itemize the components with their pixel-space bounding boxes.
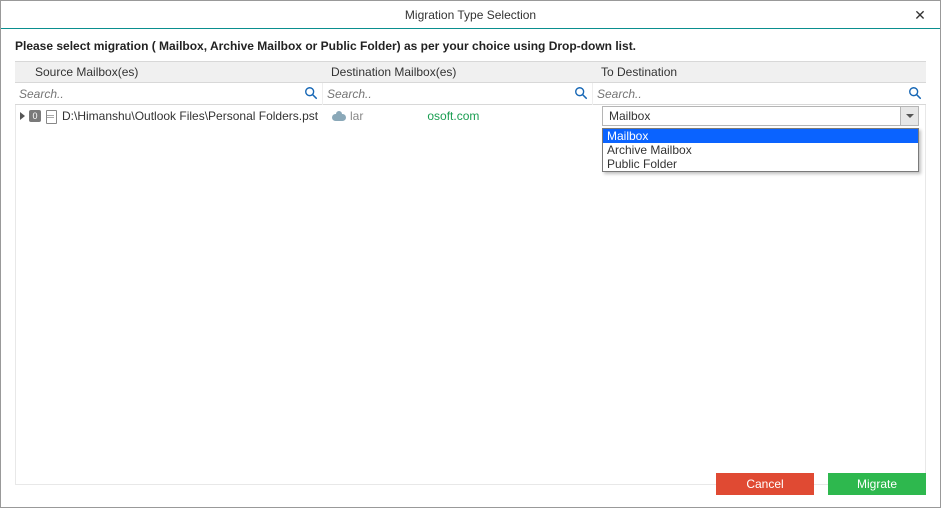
search-icon[interactable]	[574, 86, 588, 100]
search-cell-todest	[593, 83, 926, 105]
cloud-icon	[332, 111, 346, 121]
cell-destination[interactable]: lar osoft.com	[324, 109, 594, 123]
search-input-todest[interactable]	[593, 84, 926, 104]
expand-icon[interactable]	[20, 112, 25, 120]
search-icon[interactable]	[908, 86, 922, 100]
dropdown-option-archive-mailbox[interactable]: Archive Mailbox	[603, 143, 918, 157]
dropdown-selected-value: Mailbox	[609, 109, 650, 123]
col-header-source[interactable]: Source Mailbox(es)	[15, 65, 323, 79]
dropdown-option-mailbox[interactable]: Mailbox	[603, 129, 918, 143]
chevron-down-icon[interactable]	[900, 107, 918, 125]
to-destination-dropdown[interactable]: Mailbox	[602, 106, 919, 126]
source-path-text: D:\Himanshu\Outlook Files\Personal Folde…	[62, 109, 318, 123]
grid-header-row: Source Mailbox(es) Destination Mailbox(e…	[15, 61, 926, 83]
col-header-destination[interactable]: Destination Mailbox(es)	[323, 65, 593, 79]
search-input-source[interactable]	[15, 84, 322, 104]
search-input-dest[interactable]	[323, 84, 592, 104]
instruction-text: Please select migration ( Mailbox, Archi…	[1, 29, 940, 61]
grid-body: 0 D:\Himanshu\Outlook Files\Personal Fol…	[15, 105, 926, 485]
count-badge: 0	[29, 110, 41, 122]
cell-source[interactable]: 0 D:\Himanshu\Outlook Files\Personal Fol…	[16, 109, 324, 123]
close-button[interactable]: ✕	[900, 1, 940, 29]
dest-text-left: lar	[350, 109, 363, 123]
title-bar: Migration Type Selection ✕	[1, 1, 940, 29]
dropdown-list: Mailbox Archive Mailbox Public Folder	[602, 128, 919, 172]
migrate-button[interactable]: Migrate	[828, 473, 926, 495]
pst-file-icon	[45, 110, 57, 122]
search-cell-dest	[323, 83, 593, 105]
search-row	[15, 83, 926, 105]
dest-text-right: osoft.com	[427, 109, 479, 123]
window-title: Migration Type Selection	[405, 8, 536, 22]
cell-to-destination: Mailbox Mailbox Archive Mailbox Public F…	[594, 106, 925, 126]
dropdown-option-public-folder[interactable]: Public Folder	[603, 157, 918, 171]
search-cell-source	[15, 83, 323, 105]
footer-buttons: Cancel Migrate	[1, 473, 940, 495]
search-icon[interactable]	[304, 86, 318, 100]
table-row: 0 D:\Himanshu\Outlook Files\Personal Fol…	[16, 105, 925, 127]
migration-grid: Source Mailbox(es) Destination Mailbox(e…	[15, 61, 926, 105]
cancel-button[interactable]: Cancel	[716, 473, 814, 495]
col-header-to-destination[interactable]: To Destination	[593, 65, 926, 79]
